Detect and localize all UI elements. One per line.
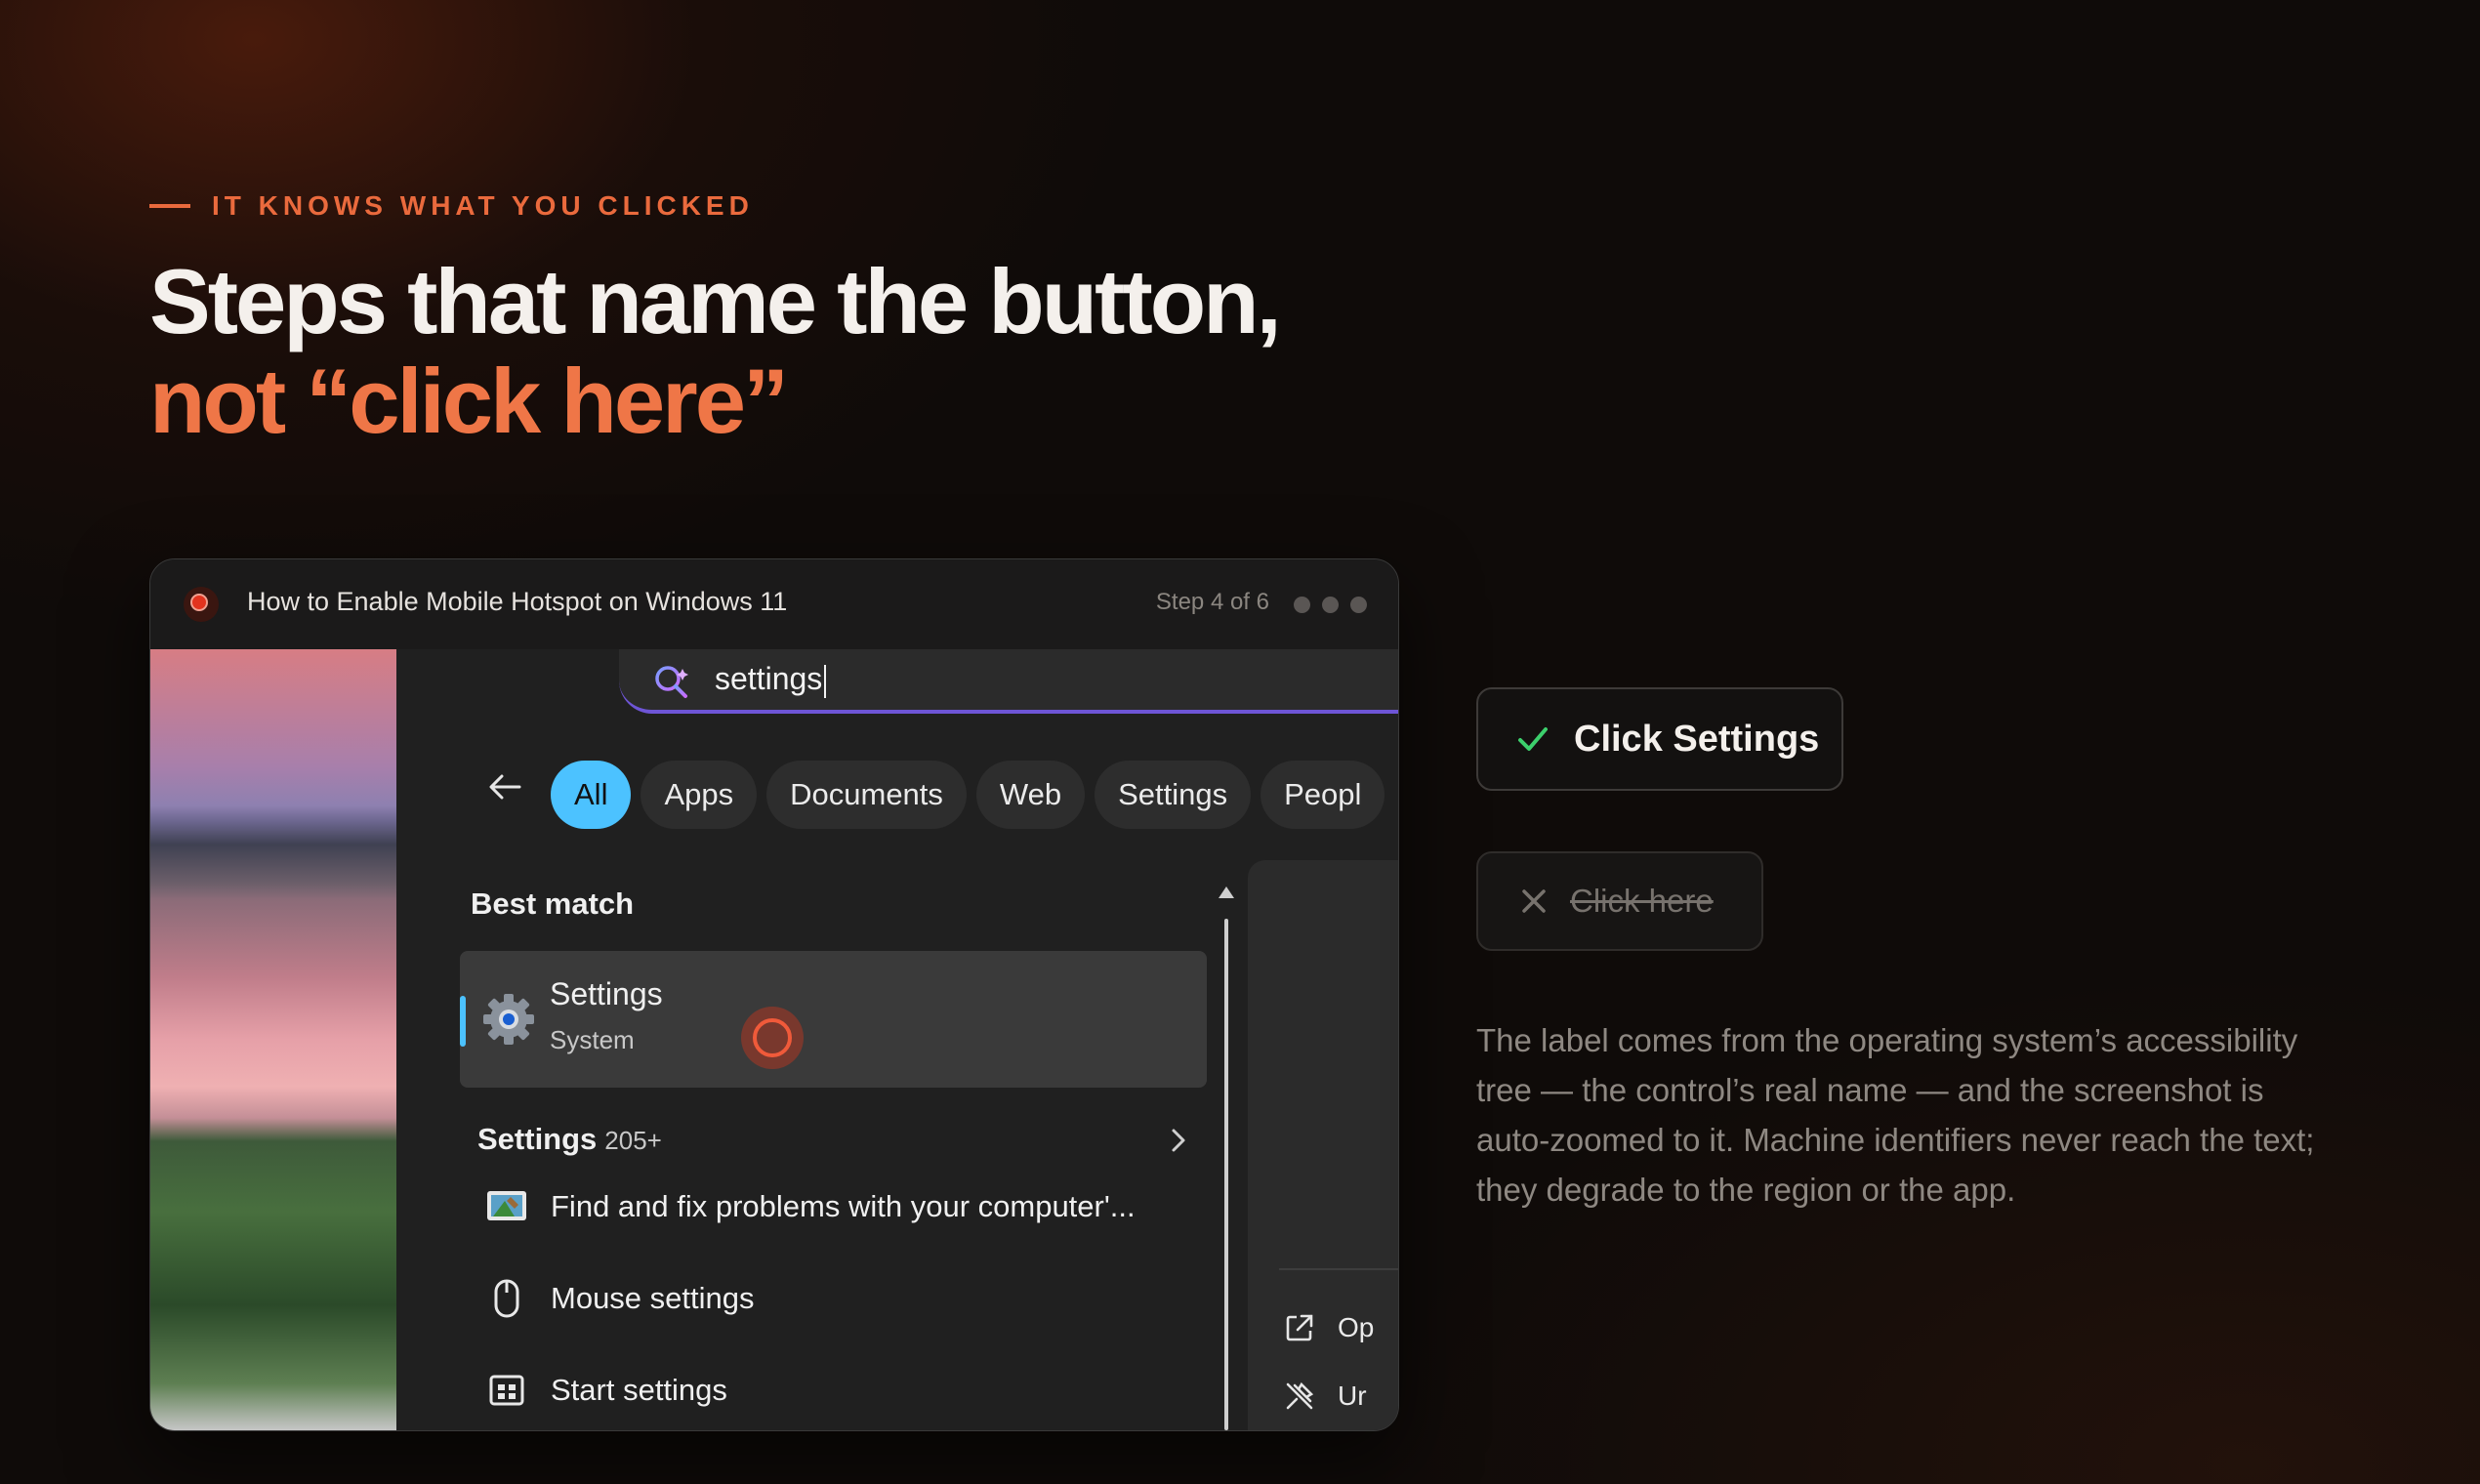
best-match-sub: System [550,1025,635,1054]
search-box[interactable]: settings [619,649,1398,714]
page-headline: Steps that name the button, not “click h… [149,250,1282,452]
open-icon [1286,1314,1313,1341]
result-label: Start settings [551,1373,727,1407]
bad-step-label: Click here [1570,883,1714,919]
text-caret [824,664,827,698]
scroll-up-icon[interactable] [1217,885,1236,900]
check-icon [1518,727,1548,751]
result-label: Find and fix problems with your computer… [551,1189,1136,1223]
pane-action-unpin[interactable]: Ur [1283,1380,1367,1413]
record-icon [184,587,219,622]
pane-divider [1279,1268,1398,1270]
filter-chips: All Apps Documents Web Settings Peopl [551,761,1385,829]
pane-action-label: Ur [1338,1381,1367,1411]
result-mouse-settings[interactable]: Mouse settings [484,1276,755,1321]
window-menu-dots[interactable] [1294,597,1367,613]
click-indicator [741,1007,804,1069]
chip-web[interactable]: Web [975,761,1086,829]
chevron-right-icon[interactable] [1168,1126,1189,1155]
settings-section-heading[interactable]: Settings 205+ [477,1122,662,1157]
selection-accent [460,996,466,1047]
chip-people[interactable]: Peopl [1261,761,1385,829]
search-icon [655,666,688,698]
result-start-settings[interactable]: Start settings [484,1368,727,1413]
eyebrow-text: IT KNOWS WHAT YOU CLICKED [212,190,754,221]
preview-pane: Op Ur [1248,860,1398,1430]
pane-action-open[interactable]: Op [1283,1311,1374,1344]
headline-line-1: Steps that name the button, [149,250,1282,352]
pane-action-label: Op [1338,1312,1375,1342]
section-eyebrow: IT KNOWS WHAT YOU CLICKED [149,190,754,222]
x-icon [1522,889,1546,913]
eyebrow-dash [149,204,190,208]
bad-step-example: Click here [1476,851,1763,951]
search-value: settings [715,661,823,696]
best-match-name: Settings [550,976,663,1011]
recording-window: How to Enable Mobile Hotspot on Windows … [149,558,1399,1431]
start-icon [484,1368,529,1413]
result-troubleshoot[interactable]: Find and fix problems with your computer… [484,1184,1136,1229]
dot-icon [1322,597,1339,613]
chip-apps[interactable]: Apps [641,761,758,829]
best-match-settings[interactable]: Settings System [460,951,1207,1088]
good-step-label: Click Settings [1574,718,1820,760]
step-indicator: Step 4 of 6 [1155,589,1269,615]
unpin-icon [1286,1381,1314,1410]
window-title: How to Enable Mobile Hotspot on Windows … [247,587,788,616]
settings-section-label: Settings [477,1122,598,1156]
gear-icon [483,994,534,1045]
desktop-wallpaper [150,649,396,1430]
mouse-icon [484,1276,529,1321]
window-titlebar: How to Enable Mobile Hotspot on Windows … [150,559,1398,650]
best-match-heading: Best match [471,886,635,921]
chip-settings[interactable]: Settings [1095,761,1252,829]
scrollbar[interactable] [1224,919,1228,1430]
dot-icon [1350,597,1367,613]
troubleshoot-icon [484,1184,529,1229]
result-label: Mouse settings [551,1281,755,1315]
search-input[interactable]: settings [715,661,827,698]
dot-icon [1294,597,1310,613]
back-arrow-icon[interactable] [482,764,527,809]
chip-all[interactable]: All [551,761,632,829]
good-step-example: Click Settings [1476,687,1843,791]
settings-section-count: 205+ [604,1126,662,1155]
feature-description: The label comes from the operating syste… [1476,1022,2315,1208]
headline-line-2: not “click here” [149,350,789,452]
chip-documents[interactable]: Documents [766,761,967,829]
